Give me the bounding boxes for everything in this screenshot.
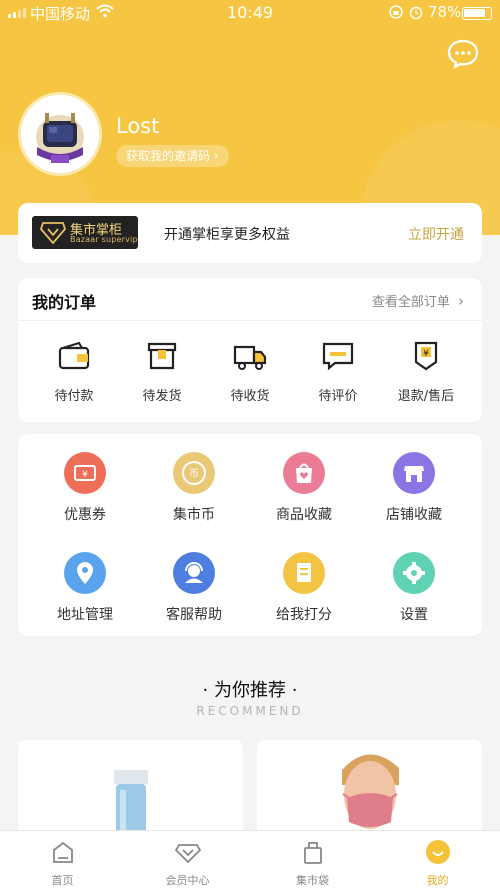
recommend-subtitle: RECOMMEND [196, 704, 304, 718]
order-label: 待发货 [142, 389, 182, 404]
tool-label: 商品收藏 [276, 507, 332, 523]
astronaut-avatar-image [21, 95, 99, 173]
vip-badge-subtitle: Bazaar supervip [70, 235, 138, 244]
order-pending-payment[interactable]: 待付款 [26, 340, 122, 404]
tool-label: 优惠券 [64, 507, 106, 523]
home-icon [52, 841, 73, 863]
recommend-title: · 为你推荐 · [202, 680, 298, 701]
message-button[interactable] [446, 38, 480, 70]
tool-settings[interactable]: 设置 [366, 552, 462, 624]
tab-mine[interactable]: 我的 [375, 831, 500, 889]
alarm-icon [408, 4, 424, 24]
rating-icon [283, 552, 325, 594]
vip-activate-button[interactable]: 立即开通 [408, 224, 464, 244]
tool-address[interactable]: 地址管理 [37, 552, 133, 624]
favorite-goods-icon [283, 452, 325, 494]
tool-customer-service[interactable]: 客服帮助 [146, 552, 242, 624]
favorite-shop-icon [393, 452, 435, 494]
section-title: 我的订单 [32, 293, 97, 312]
diamond-icon [174, 844, 201, 864]
svg-text:币: 币 [189, 468, 199, 480]
product-image-bottle [18, 740, 243, 840]
my-orders-section: 我的订单 查看全部订单 › 待付款 待发货 待收货 待评价 ¥ 退款/售后 [18, 278, 482, 422]
tool-label: 客服帮助 [166, 607, 222, 623]
tool-label: 设置 [400, 607, 428, 623]
invite-code-label: 获取我的邀请码 [126, 149, 211, 163]
avatar[interactable] [18, 92, 102, 176]
order-label: 待付款 [54, 389, 94, 404]
tools-section: ¥ 优惠券 币 集市币 商品收藏 店铺收藏 地址管理 客服帮助 给我打分 设置 [18, 434, 482, 636]
vip-banner[interactable]: 集市掌柜 Bazaar supervip 开通掌柜享更多权益 立即开通 [18, 203, 482, 263]
gear-icon [393, 552, 435, 594]
order-refund[interactable]: ¥ 退款/售后 [378, 340, 474, 404]
tool-coin[interactable]: 币 集市币 [146, 452, 242, 524]
vip-diamond-icon [40, 222, 66, 244]
product-card[interactable] [257, 740, 482, 840]
box-icon [147, 342, 177, 370]
tab-label: 我的 [426, 874, 449, 887]
tool-favorite-shop[interactable]: 店铺收藏 [366, 452, 462, 524]
svg-text:¥: ¥ [82, 470, 88, 480]
tool-label: 给我打分 [276, 607, 332, 623]
view-all-orders-link[interactable]: 查看全部订单 › [372, 291, 464, 310]
view-all-orders-label: 查看全部订单 [371, 295, 450, 310]
tab-label: 集市袋 [296, 874, 329, 887]
order-label: 退款/售后 [397, 389, 455, 404]
vip-description: 开通掌柜享更多权益 [164, 227, 290, 243]
chevron-right-icon: › [458, 292, 464, 310]
tool-favorite-goods[interactable]: 商品收藏 [256, 452, 352, 524]
vip-badge: 集市掌柜 Bazaar supervip [32, 216, 138, 249]
order-label: 待评价 [318, 389, 358, 404]
svg-text:¥: ¥ [423, 349, 429, 359]
tab-bag[interactable]: 集市袋 [250, 831, 375, 889]
clock: 10:49 [226, 3, 274, 22]
order-pending-review[interactable]: 待评价 [290, 340, 386, 404]
comment-icon [322, 342, 354, 371]
tool-label: 地址管理 [57, 607, 113, 623]
username: Lost [116, 114, 160, 138]
order-pending-receive[interactable]: 待收货 [202, 340, 298, 404]
coin-icon: 币 [173, 452, 215, 494]
chat-bubble-icon [447, 39, 479, 70]
product-image-face-mask [257, 740, 482, 840]
coupon-icon: ¥ [64, 452, 106, 494]
truck-icon [233, 345, 267, 370]
tab-member-center[interactable]: 会员中心 [125, 831, 250, 889]
tool-label: 集市币 [173, 507, 215, 523]
tool-rating[interactable]: 给我打分 [256, 552, 352, 624]
customer-service-icon [173, 552, 215, 594]
chevron-right-icon: › [213, 149, 219, 163]
orientation-lock-icon [388, 4, 404, 24]
divider [18, 320, 482, 321]
product-card[interactable] [18, 740, 243, 840]
invite-code-button[interactable]: 获取我的邀请码 › [116, 145, 229, 167]
refund-icon: ¥ [414, 341, 438, 371]
bag-icon [303, 842, 322, 864]
order-pending-ship[interactable]: 待发货 [114, 340, 210, 404]
bottom-tab-bar: 首页 会员中心 集市袋 我的 [0, 830, 500, 889]
tab-label: 首页 [51, 874, 74, 887]
battery-percent: 78% [428, 3, 462, 21]
tool-coupon[interactable]: ¥ 优惠券 [37, 452, 133, 524]
status-bar: 中国移动 10:49 78% [0, 0, 500, 26]
battery-icon [462, 7, 492, 20]
order-label: 待收货 [230, 389, 270, 404]
wallet-icon [58, 341, 90, 370]
tab-home[interactable]: 首页 [0, 831, 125, 889]
tab-label: 会员中心 [165, 874, 210, 887]
profile-icon [425, 840, 450, 864]
location-icon [64, 552, 106, 594]
tool-label: 店铺收藏 [386, 507, 442, 523]
